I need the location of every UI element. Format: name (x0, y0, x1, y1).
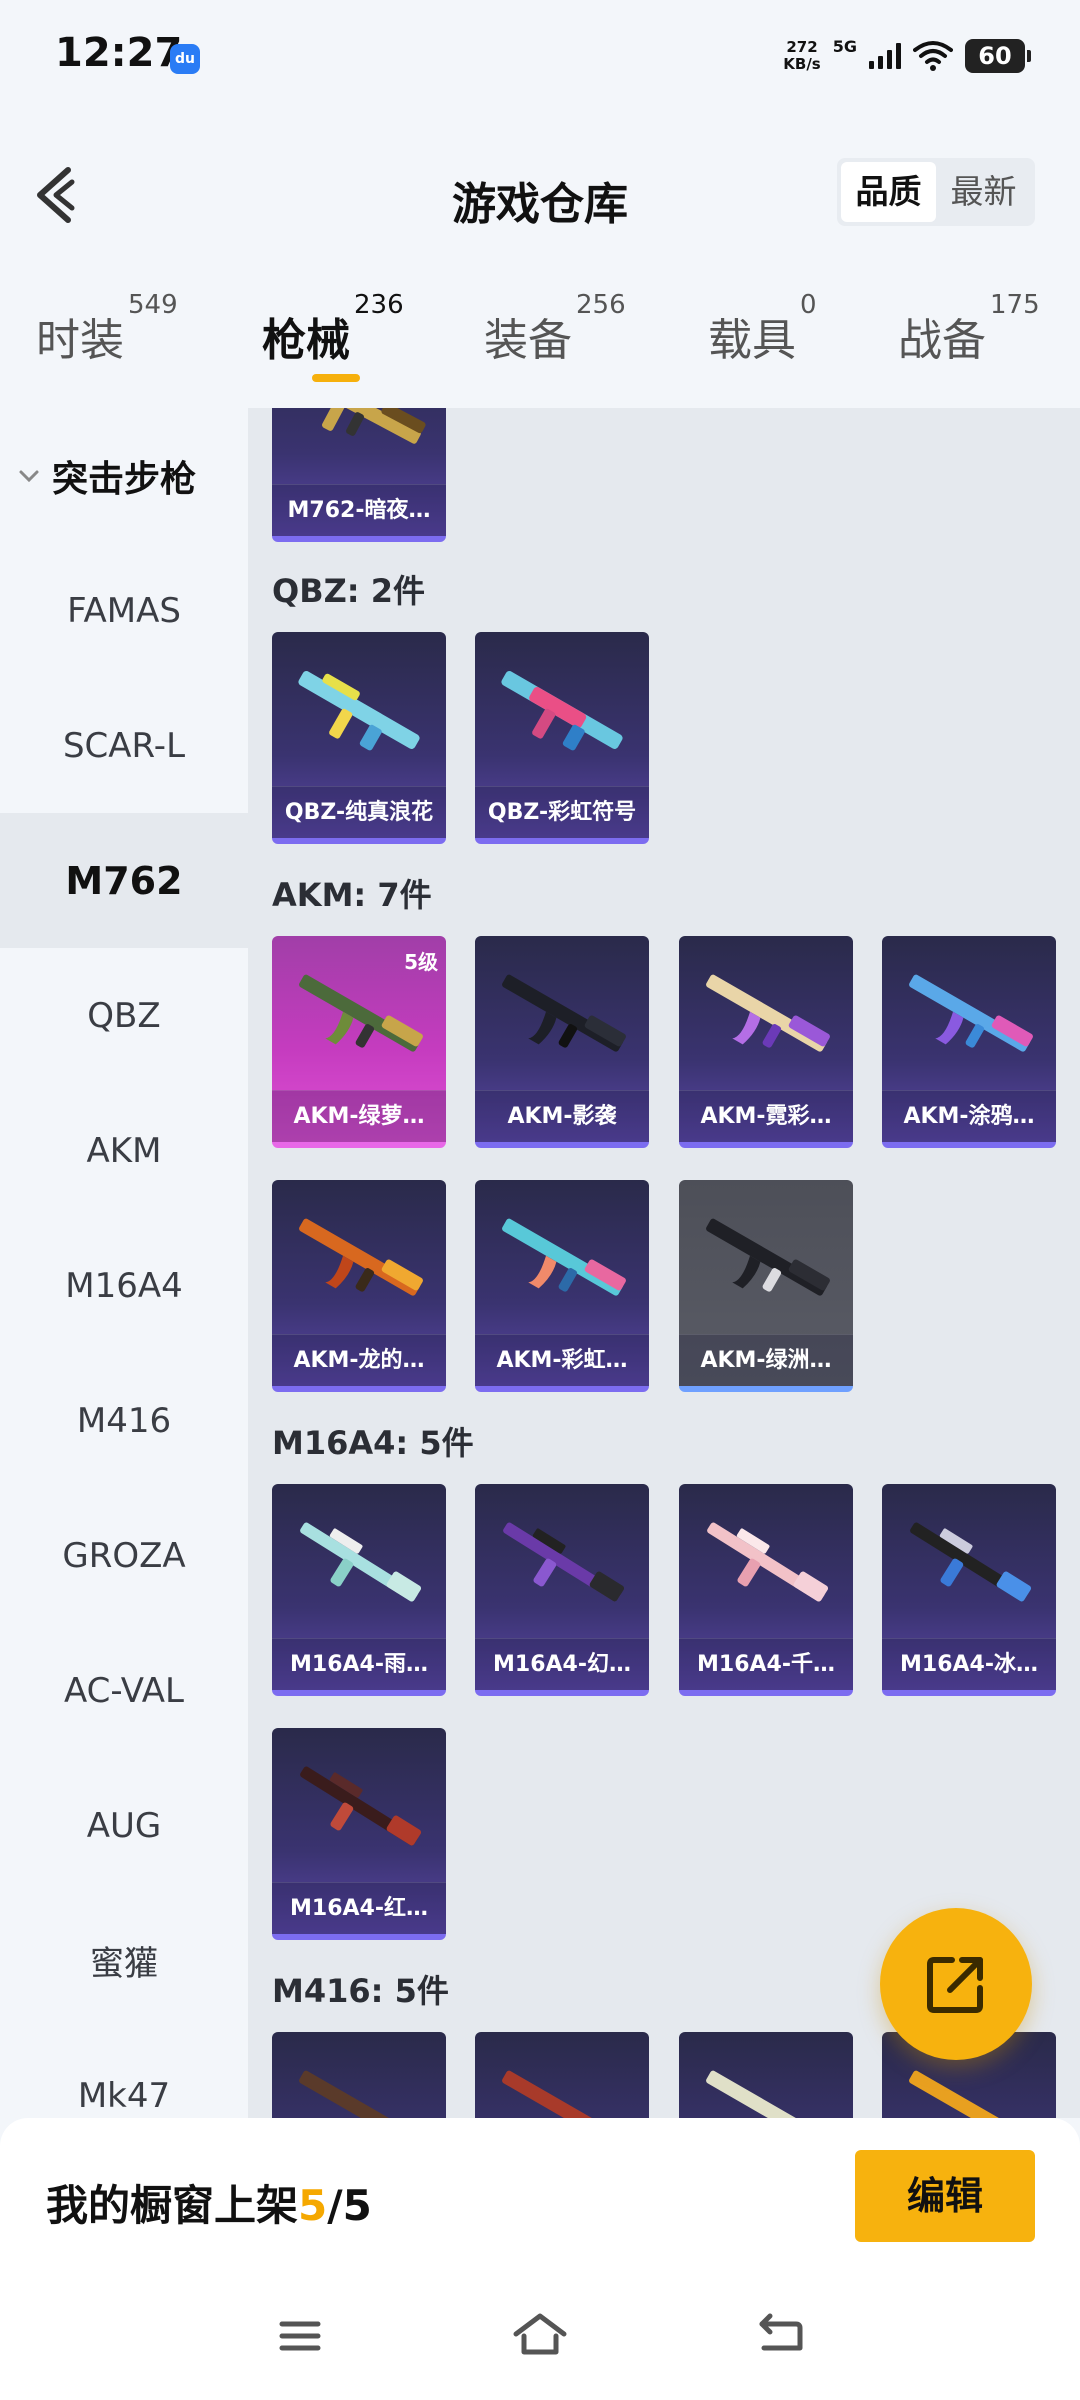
sidebar-item-akm[interactable]: AKM (0, 1083, 248, 1218)
sidebar-item-ac-val[interactable]: AC-VAL (0, 1623, 248, 1758)
sidebar-item-famas[interactable]: FAMAS (0, 543, 248, 678)
battery-icon: 60 (965, 39, 1031, 73)
sidebar-group-assault-rifles[interactable]: 突击步枪 (0, 408, 248, 543)
sidebar-item-m762[interactable]: M762 (0, 813, 248, 948)
section-title-m16a4: M16A4: 5件 (272, 1424, 474, 1462)
sidebar-item-honey-badger[interactable]: 蜜獾 (0, 1893, 248, 2028)
rifle-icon (707, 1522, 829, 1602)
menu-icon[interactable] (270, 2310, 330, 2360)
showcase-total: 5 (342, 2181, 372, 2230)
rifle-icon (706, 1218, 830, 1296)
section-title-qbz: QBZ: 2件 (272, 572, 426, 610)
sort-quality-option[interactable]: 品质 (841, 162, 936, 222)
bottom-panel: 我的橱窗上架5/5 编辑 (0, 2118, 1080, 2400)
weapon-card[interactable]: M16A4-千… (679, 1484, 853, 1696)
weapon-card[interactable]: QBZ-纯真浪花 (272, 632, 446, 844)
category-tabs: 时装 549 枪械 236 装备 256 载具 0 战备 175 (0, 290, 1080, 410)
sort-toggle: 品质 最新 (837, 158, 1035, 226)
rifle-icon (910, 1522, 1032, 1602)
rifle-icon (502, 1218, 626, 1296)
weapon-card[interactable]: 5级 AKM-绿萝… (272, 936, 446, 1148)
weapon-card[interactable] (475, 2032, 649, 2118)
weapon-card[interactable]: M16A4-红… (272, 1728, 446, 1940)
weapon-card[interactable]: QBZ-彩虹符号 (475, 632, 649, 844)
weapon-card[interactable]: AKM-绿洲… (679, 1180, 853, 1392)
wifi-icon (913, 41, 953, 71)
weapon-card[interactable]: AKM-涂鸦… (882, 936, 1056, 1148)
tab-supplies[interactable]: 战备 175 (898, 290, 1040, 390)
network-type: 5G (832, 36, 857, 56)
weapon-card[interactable] (679, 2032, 853, 2118)
sidebar-item-m416[interactable]: M416 (0, 1353, 248, 1488)
rifle-icon (299, 974, 423, 1052)
sidebar-item-scar-l[interactable]: SCAR-L (0, 678, 248, 813)
edit-button[interactable]: 编辑 (855, 2150, 1035, 2242)
rifle-icon (298, 671, 420, 751)
rifle-icon (909, 974, 1033, 1052)
showcase-current: 5 (298, 2181, 328, 2230)
sort-latest-option[interactable]: 最新 (936, 162, 1031, 222)
weapon-card[interactable]: M16A4-冰… (882, 1484, 1056, 1696)
rifle-icon (501, 671, 623, 751)
weapon-card[interactable] (272, 2032, 446, 2118)
header: 游戏仓库 品质 最新 (0, 140, 1080, 250)
rifle-icon (298, 408, 426, 444)
weapon-card[interactable]: AKM-霓彩… (679, 936, 853, 1148)
signal-icon (869, 43, 901, 69)
net-speed: 272 KB/s (783, 38, 821, 73)
showcase-status: 我的橱窗上架5/5 (46, 2181, 372, 2230)
section-title-m416: M416: 5件 (272, 1972, 449, 2010)
chevron-down-icon (19, 470, 39, 482)
sidebar-item-aug[interactable]: AUG (0, 1758, 248, 1893)
weapon-card[interactable]: AKM-影袭 (475, 936, 649, 1148)
weapon-card[interactable]: AKM-龙的… (272, 1180, 446, 1392)
weapon-grid: M762-暗夜… QBZ: 2件 QBZ-纯真浪花 QBZ-彩虹符号 AKM: … (248, 408, 1080, 2118)
rifle-icon (706, 974, 830, 1052)
rifle-icon (299, 1218, 423, 1296)
status-time: 12:27 (55, 30, 183, 76)
sidebar-item-mk47[interactable]: Mk47 (0, 2028, 248, 2118)
weapon-card[interactable]: M16A4-幻… (475, 1484, 649, 1696)
tab-fashion[interactable]: 时装 549 (36, 290, 178, 390)
weapon-card[interactable]: M16A4-雨… (272, 1484, 446, 1696)
sidebar-item-qbz[interactable]: QBZ (0, 948, 248, 1083)
rifle-icon (503, 1522, 625, 1602)
rifle-icon (300, 1766, 422, 1846)
section-title-akm: AKM: 7件 (272, 876, 432, 914)
tab-equipment[interactable]: 装备 256 (484, 290, 626, 390)
status-bar: 12:27 du 272 KB/s 5G 60 (0, 0, 1080, 120)
sidebar-item-m16a4[interactable]: M16A4 (0, 1218, 248, 1353)
rifle-icon (300, 1522, 422, 1602)
share-icon (927, 1957, 983, 2013)
sidebar-item-groza[interactable]: GROZA (0, 1488, 248, 1623)
share-button[interactable] (880, 1908, 1032, 2060)
system-nav-bar (0, 2298, 1080, 2378)
sidebar: 突击步枪 FAMAS SCAR-L M762 QBZ AKM M16A4 M41… (0, 408, 248, 2118)
status-indicators: 272 KB/s 5G 60 (783, 34, 1031, 78)
back-nav-icon[interactable] (750, 2310, 810, 2360)
tab-vehicles[interactable]: 载具 0 (708, 290, 817, 390)
weapon-card[interactable]: AKM-彩虹… (475, 1180, 649, 1392)
home-icon[interactable] (510, 2310, 570, 2360)
rifle-icon (502, 974, 626, 1052)
active-tab-indicator (312, 374, 360, 382)
app-notification-icon: du (170, 44, 200, 74)
weapon-card[interactable]: M762-暗夜… (272, 408, 446, 542)
